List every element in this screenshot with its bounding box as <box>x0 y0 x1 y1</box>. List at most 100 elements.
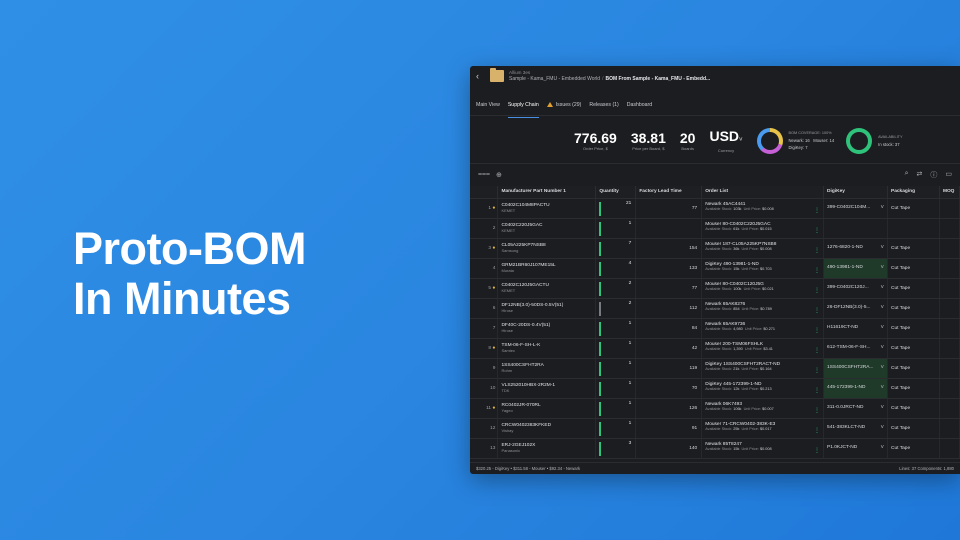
star-icon: ● <box>492 345 496 351</box>
mpn-cell[interactable]: DF40C-20DS-0.4V(51) Hirose <box>497 318 597 339</box>
comment-icon[interactable]: ▭ <box>945 170 952 180</box>
boards-stat[interactable]: 20 Boards <box>680 130 696 151</box>
order-list-cell[interactable]: DigiKey 490-13981-1-ND Available Stock: 1… <box>701 258 825 279</box>
quantity-cell[interactable]: 21 <box>595 198 637 219</box>
col-packaging[interactable]: Packaging <box>887 186 940 199</box>
table-row[interactable]: 6 DF12NB(3.0)-50DS-0.5V(51) Hirose 2 112 Newa… <box>470 298 960 319</box>
order-list-cell[interactable]: DigiKey 445-172399-1-ND Available Stock: … <box>701 378 825 399</box>
col-digikey[interactable]: DigiKey <box>823 186 889 199</box>
mpn-cell[interactable]: C0402C220J5GAC KEMET <box>497 218 597 239</box>
mpn-cell[interactable]: 1SS400CSFHT2RA Rohm <box>497 358 597 379</box>
table-row[interactable]: 9 1SS400CSFHT2RA Rohm 1 119 DigiKey 1SS400CSF… <box>470 358 960 379</box>
digikey-cell[interactable]: 399-C0402C120J... ˅ <box>823 278 889 299</box>
quantity-cell[interactable]: 1 <box>595 318 637 339</box>
row-index: 3 ● <box>470 238 499 259</box>
col-lead-time[interactable]: Factory Lead Time <box>635 186 703 199</box>
table-row[interactable]: 12 CRCW0402383KFKED Vishay 1 91 Mouser 71-CRC… <box>470 418 960 439</box>
settings-icon[interactable]: ⇄ <box>917 170 923 180</box>
quantity-cell[interactable]: 2 <box>595 298 637 319</box>
mpn-cell[interactable]: CRCW0402383KFKED Vishay <box>497 418 597 439</box>
quantity-cell[interactable]: 1 <box>595 358 637 379</box>
digikey-cell[interactable]: 399-C0402C104M... ˅ <box>823 198 889 219</box>
mpn-cell[interactable]: CL05A225KP7NSB8 Samsung <box>497 238 597 259</box>
mpn-cell[interactable]: DF12NB(3.0)-50DS-0.5V(51) Hirose <box>497 298 597 319</box>
order-price-stat: 776.69 Order Price, $ <box>574 130 617 151</box>
order-list-cell[interactable]: Newark 65AK8276 Available Stock: 854 Unit… <box>701 298 825 319</box>
order-list-cell[interactable]: Newark 65AK9736 Available Stock: 4,980 Un… <box>701 318 825 339</box>
order-list-cell[interactable]: Mouser 71-CRCW0402-383K-E3 Available Stoc… <box>701 418 825 439</box>
row-index: 2 <box>470 218 499 239</box>
digikey-cell[interactable]: 490-13981-1-ND ˅ <box>823 258 889 279</box>
tab-supply-chain[interactable]: Supply Chain <box>507 98 539 118</box>
digikey-cell[interactable]: 541-383KLCT-ND ˅ <box>823 418 889 439</box>
back-arrow-icon[interactable]: ‹ <box>476 71 490 81</box>
quantity-cell[interactable]: 2 <box>595 278 637 299</box>
table-row[interactable]: 11 ● RC0402JR-070RL Yageo 1 126 Newark 06K749… <box>470 398 960 419</box>
order-list-cell[interactable]: Mouser 187-CL05A225KP7NSB8 Available Stoc… <box>701 238 825 259</box>
digikey-cell[interactable]: P1.0KJCT-ND ˅ <box>823 438 889 459</box>
order-list-cell[interactable]: Mouser 80-C0402C220J5GAC Available Stock:… <box>701 218 825 239</box>
table-row[interactable]: 7 DF40C-20DS-0.4V(51) Hirose 1 84 Newark 65AK… <box>470 318 960 339</box>
breadcrumb-project[interactable]: Sample - Kama_FMU - Embedded World <box>509 76 600 82</box>
quantity-cell[interactable]: 3 <box>595 438 637 459</box>
digikey-cell[interactable] <box>823 218 889 239</box>
lead-time-cell <box>635 218 703 239</box>
info-icon[interactable]: ⓘ <box>930 170 937 180</box>
order-list-cell[interactable]: Newark 45AC4441 Available Stock: 103k Uni… <box>701 198 825 219</box>
col-moq[interactable]: MOQ <box>939 186 960 199</box>
order-list-cell[interactable]: Newark 06K7493 Available Stock: 106k Unit… <box>701 398 825 419</box>
mpn-cell[interactable]: RC0402JR-070RL Yageo <box>497 398 597 419</box>
order-list-cell[interactable]: Mouser 80-C0402C120J5G Available Stock: 1… <box>701 278 825 299</box>
moq-cell <box>939 298 960 319</box>
table-row[interactable]: 1 ● C0402C104M8PACTU KEMET 21 77 Newark 45AC4… <box>470 198 960 219</box>
digikey-cell[interactable]: 1SS400CSFHT2RA... ˅ <box>823 358 889 379</box>
quantity-cell[interactable]: 7 <box>595 238 637 259</box>
quantity-cell[interactable]: 1 <box>595 338 637 359</box>
mpn-cell[interactable]: VLS252010HBX-2R2M-1 TDK <box>497 378 597 399</box>
table-row[interactable]: 2 C0402C220J5GAC KEMET 1 Mouser 80-C0402C220… <box>470 218 960 239</box>
packaging-cell: Cut Tape <box>887 338 940 359</box>
folder-icon <box>490 68 504 82</box>
col-mpn[interactable]: Manufacturer Part Number 1 <box>497 186 597 199</box>
lead-time-cell: 154 <box>635 238 703 259</box>
mpn-cell[interactable]: C0402C120J5GACTU KEMET <box>497 278 597 299</box>
table-toolbar: ⩶ ⊕ ⌕ ⇄ ⓘ ▭ <box>470 164 960 186</box>
col-quantity[interactable]: Quantity <box>595 186 637 199</box>
order-list-cell[interactable]: DigiKey 1SS400CSFHT2RACT-ND Available Sto… <box>701 358 825 379</box>
digikey-cell[interactable]: 311-0.0JRCT-ND ˅ <box>823 398 889 419</box>
table-row[interactable]: 3 ● CL05A225KP7NSB8 Samsung 7 154 Mouser 187-… <box>470 238 960 259</box>
digikey-cell[interactable]: 612-TSM-06-F-SH... ˅ <box>823 338 889 359</box>
tab-releases[interactable]: Releases (1) <box>589 98 618 112</box>
mpn-cell[interactable]: ERJ-2GEJ102X Panasonic <box>497 438 597 459</box>
currency-selector[interactable]: USD˅ Currency <box>709 128 742 153</box>
table-row[interactable]: 10 VLS252010HBX-2R2M-1 TDK 1 70 DigiKey 445-1… <box>470 378 960 399</box>
packaging-cell: Cut Tape <box>887 198 940 219</box>
mpn-cell[interactable]: C0402C104M8PACTU KEMET <box>497 198 597 219</box>
workspace-owner: Allium 3es <box>509 70 531 75</box>
quantity-cell[interactable]: 4 <box>595 258 637 279</box>
digikey-cell[interactable]: 445-172399-1-ND ˅ <box>823 378 889 399</box>
tab-issues[interactable]: Issues (29) <box>546 98 581 112</box>
quantity-cell[interactable]: 1 <box>595 398 637 419</box>
search-icon[interactable]: ⌕ <box>905 170 909 180</box>
tab-main-view[interactable]: Main View <box>476 98 500 112</box>
col-order-list[interactable]: Order List <box>701 186 825 199</box>
digikey-cell[interactable]: H11619CT-ND ˅ <box>823 318 889 339</box>
order-list-cell[interactable]: Mouser 200-TSM06FSHLK Available Stock: 1,… <box>701 338 825 359</box>
digikey-cell[interactable]: 26-DF12NB(3.0)-5... ˅ <box>823 298 889 319</box>
table-row[interactable]: 5 ● C0402C120J5GACTU KEMET 2 77 Mouser 80-C04… <box>470 278 960 299</box>
headline: Proto-BOM In Minutes <box>73 224 306 324</box>
add-column-icon[interactable]: ⊕ <box>496 171 502 179</box>
digikey-cell[interactable]: 1276-6820-1-ND ˅ <box>823 238 889 259</box>
table-row[interactable]: 4 GRM21BR60J107ME15L Murata 4 133 DigiKey 490… <box>470 258 960 279</box>
filter-icon[interactable]: ⩶ <box>478 171 490 179</box>
mpn-cell[interactable]: TSM-06-F-SH-L-K Samtec <box>497 338 597 359</box>
order-list-cell[interactable]: Newark 85T8247 Available Stock: 15k Unit … <box>701 438 825 459</box>
tab-dashboard[interactable]: Dashboard <box>627 98 652 112</box>
mpn-cell[interactable]: GRM21BR60J107ME15L Murata <box>497 258 597 279</box>
quantity-cell[interactable]: 1 <box>595 418 637 439</box>
quantity-cell[interactable]: 1 <box>595 218 637 239</box>
quantity-cell[interactable]: 1 <box>595 378 637 399</box>
table-row[interactable]: 8 ● TSM-06-F-SH-L-K Samtec 1 42 Mouser 200-TS… <box>470 338 960 359</box>
table-row[interactable]: 13 ERJ-2GEJ102X Panasonic 3 140 Newark 85T824… <box>470 438 960 459</box>
